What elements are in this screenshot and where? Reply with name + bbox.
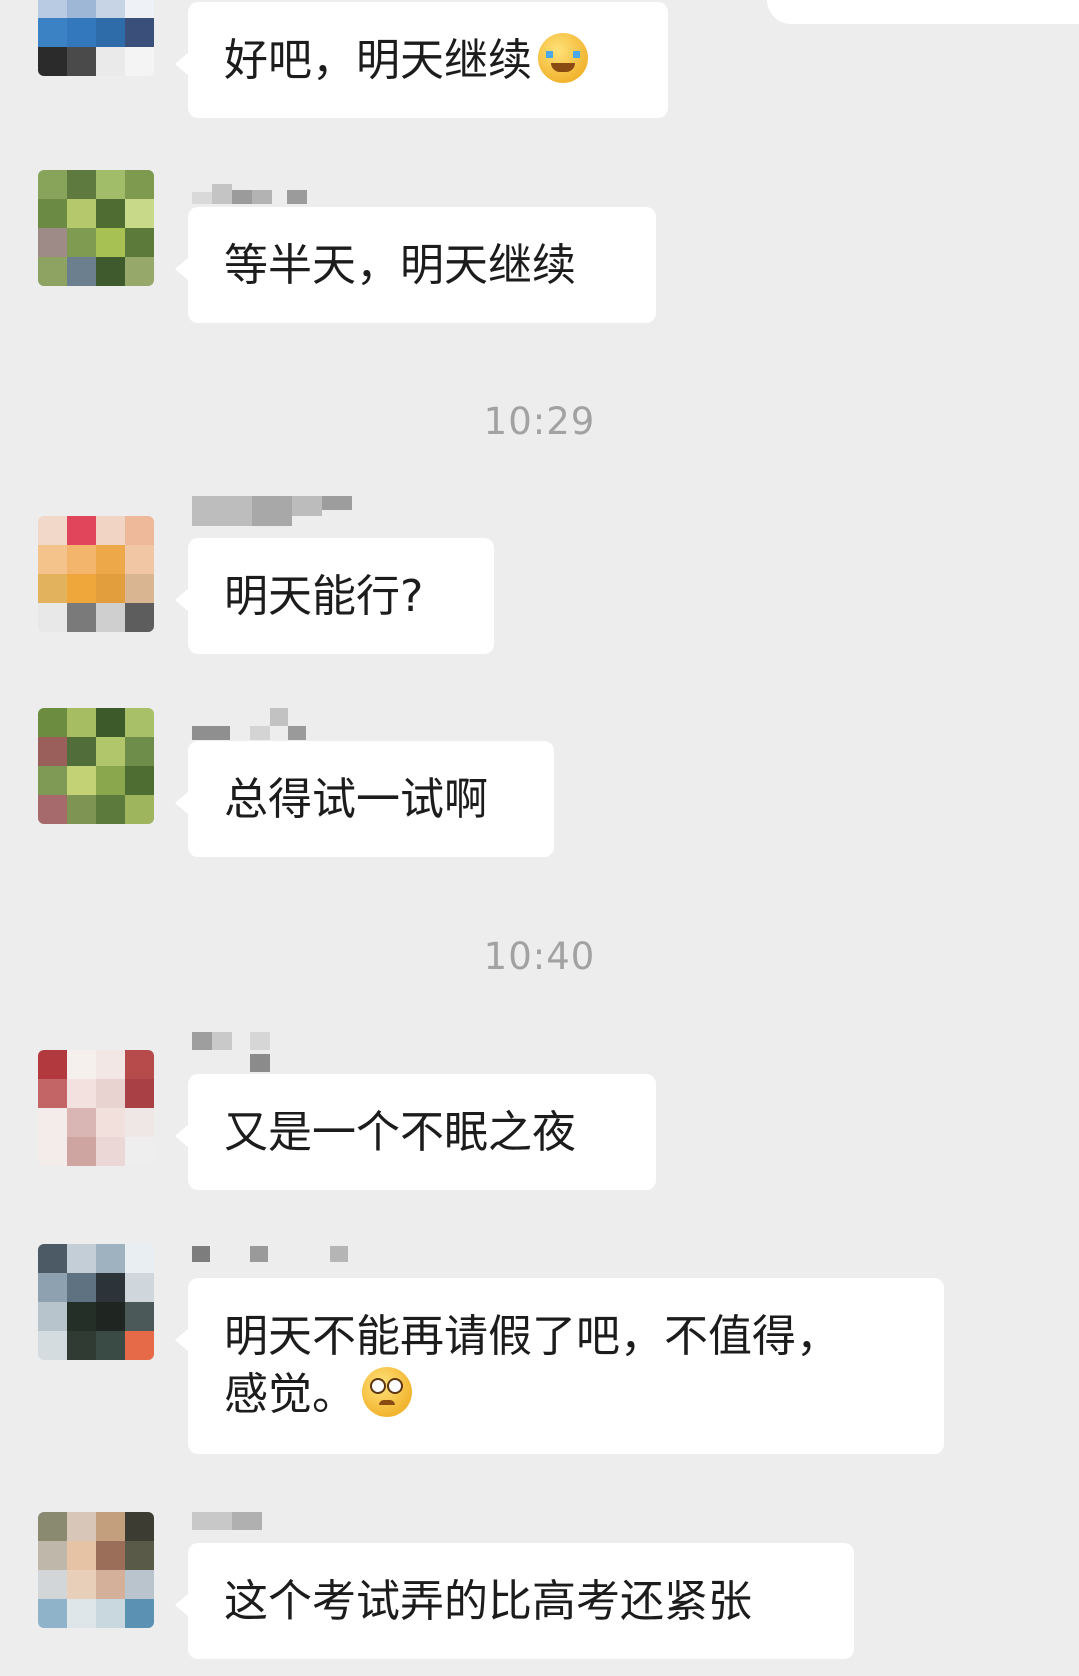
timestamp: 10:40 <box>483 935 596 978</box>
avatar[interactable] <box>38 170 154 286</box>
avatar[interactable] <box>38 0 154 76</box>
message-bubble[interactable]: 又是一个不眠之夜 <box>175 1074 656 1190</box>
message-text-line: 明天不能再请假了吧，不值得， <box>224 1311 840 1362</box>
pleading-face-icon <box>362 1367 412 1417</box>
avatar[interactable] <box>38 516 154 632</box>
sender-name <box>192 1246 362 1266</box>
message-text-line: 感觉。 <box>224 1366 908 1424</box>
sender-name <box>192 496 362 526</box>
message-bubble[interactable]: 好吧，明天继续 <box>175 2 668 118</box>
message-bubble[interactable]: 等半天，明天继续 <box>175 207 656 323</box>
avatar[interactable] <box>38 708 154 824</box>
timestamp: 10:29 <box>483 400 596 443</box>
sender-name <box>192 1512 362 1532</box>
message-bubble[interactable]: 总得试一试啊 <box>175 741 554 857</box>
loudly-crying-face-icon <box>538 33 588 83</box>
message-text: 又是一个不眠之夜 <box>224 1107 576 1158</box>
sender-name <box>192 1032 362 1072</box>
avatar[interactable] <box>38 1512 154 1628</box>
message-text: 感觉。 <box>224 1369 356 1420</box>
message-bubble[interactable]: 这个考试弄的比高考还紧张 <box>175 1543 854 1659</box>
message-bubble[interactable]: 明天不能再请假了吧，不值得， 感觉。 <box>175 1278 944 1454</box>
sender-name <box>192 184 362 204</box>
message-text: 等半天，明天继续 <box>224 240 576 291</box>
message-text: 明天能行? <box>224 571 424 622</box>
outgoing-bubble-edge <box>767 0 1079 24</box>
message-text: 总得试一试啊 <box>224 774 488 825</box>
avatar[interactable] <box>38 1050 154 1166</box>
message-text: 好吧，明天继续 <box>224 35 532 86</box>
message-text: 这个考试弄的比高考还紧张 <box>224 1576 752 1627</box>
message-bubble[interactable]: 明天能行? <box>175 538 494 654</box>
avatar[interactable] <box>38 1244 154 1360</box>
sender-name <box>192 708 362 740</box>
chat-area[interactable]: 好吧，明天继续 等半天，明天继续 10:29 明天能行? 总得试一试啊 10:4… <box>0 0 1079 1676</box>
